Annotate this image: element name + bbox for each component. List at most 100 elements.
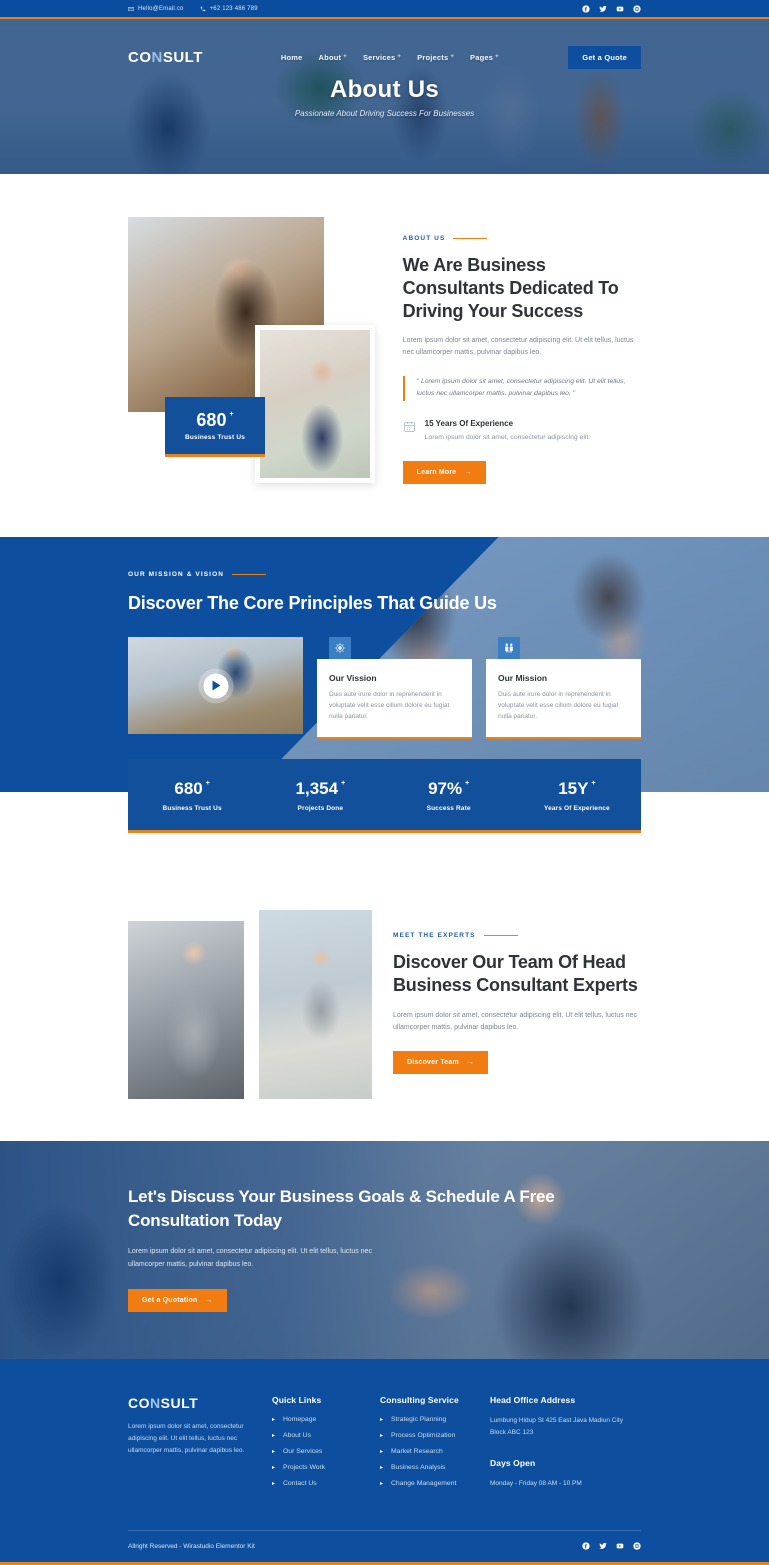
footer-logo[interactable]: CONSULT	[128, 1395, 272, 1411]
badge-number-value: 680	[196, 410, 227, 430]
top-bar-contacts: Hello@Email.co +62 123 486 789	[128, 6, 258, 12]
nav-label: Home	[280, 52, 303, 62]
pinterest-icon[interactable]	[633, 4, 641, 13]
list-item[interactable]: ▸ Process Optimization	[380, 1432, 490, 1439]
team-content: MEET THE EXPERTS Discover Our Team Of He…	[393, 910, 641, 1074]
about-feature: 15 Years Of Experience Lorem ipsum dolor…	[403, 419, 641, 444]
caret-right-icon: ▸	[380, 1465, 384, 1471]
footer-address-text: Lumbung Hidup St 425 East Java Madiun Ci…	[490, 1417, 623, 1436]
page-root: Hello@Email.co +62 123 486 789 CO N SULT H…	[0, 0, 769, 1565]
footer-quick-links-column: Quick Links ▸ Homepage ▸ About Us ▸ Our Ser…	[272, 1395, 380, 1496]
phone-contact[interactable]: +62 123 486 789	[200, 6, 258, 12]
pinterest-icon[interactable]	[633, 1542, 641, 1550]
caret-right-icon: ▸	[272, 1481, 276, 1487]
mission-heading: Discover The Core Principles That Guide …	[128, 593, 497, 613]
footer-logo-prefix: CO	[128, 1395, 150, 1411]
team-heading: Discover Our Team Of Head Business Consu…	[393, 952, 638, 996]
team-image-group	[128, 910, 373, 1105]
footer-link[interactable]: About Us	[283, 1432, 311, 1439]
list-item[interactable]: ▸ Contact Us	[272, 1480, 380, 1487]
nav-item-pages[interactable]: Pages +	[470, 53, 499, 62]
about-feature-text: 15 Years Of Experience Lorem ipsum dolor…	[425, 419, 590, 444]
list-item[interactable]: ▸ About Us	[272, 1432, 380, 1439]
list-item[interactable]: ▸ Projects Work	[272, 1464, 380, 1471]
hero-banner: CO N SULT Home About + Services + Projects + …	[0, 19, 769, 174]
arrow-right-icon: →	[466, 1058, 475, 1066]
page-title: About Us	[329, 75, 440, 103]
facebook-icon[interactable]	[582, 4, 590, 13]
footer-link[interactable]: Business Analysis	[391, 1464, 445, 1471]
twitter-icon[interactable]	[599, 1542, 607, 1550]
youtube-icon[interactable]	[616, 5, 624, 13]
stats-bar: 680 + Business Trust Us 1,354 + Projects D…	[128, 759, 641, 833]
list-item[interactable]: ▸ Market Research	[380, 1448, 490, 1455]
copyright-text: Allright Reserved - Wirastudio Elementor…	[128, 1542, 255, 1550]
about-section: 680 + Business Trust Us ABOUT US We Are …	[0, 174, 769, 537]
footer-bottom-bar: Allright Reserved - Wirastudio Elementor…	[128, 1530, 641, 1562]
stat-label: Years Of Experience	[544, 805, 610, 812]
stat-years-experience: 15Y + Years Of Experience	[513, 779, 641, 812]
youtube-icon[interactable]	[616, 1542, 624, 1550]
site-logo[interactable]: CO N SULT	[128, 49, 203, 66]
nav-links: Home About + Services + Projects + Pages +	[281, 53, 499, 62]
footer-link[interactable]: Strategic Planning	[391, 1416, 446, 1423]
get-a-quotation-button[interactable]: Get a Quotation →	[128, 1288, 227, 1312]
vision-eye-icon	[329, 637, 351, 660]
vision-card-title: Our Vission	[329, 673, 377, 684]
footer-quick-links-heading: Quick Links	[272, 1395, 322, 1405]
about-eyebrow-text: ABOUT US	[402, 235, 446, 242]
about-content: ABOUT US We Are Business Consultants Ded…	[402, 217, 641, 484]
nav-item-projects[interactable]: Projects +	[417, 53, 454, 62]
logo-suffix: SULT	[162, 48, 203, 66]
footer-link[interactable]: Process Optimization	[391, 1432, 455, 1439]
email-contact[interactable]: Hello@Email.co	[128, 6, 184, 12]
cta-heading: Let's Discuss Your Business Goals & Sche…	[128, 1187, 555, 1231]
list-item[interactable]: ▸ Our Services	[272, 1448, 380, 1455]
caret-right-icon: ▸	[380, 1433, 384, 1439]
footer-days-text: Monday - Friday 08 AM - 10 PM	[490, 1480, 582, 1488]
footer-quick-links-list: ▸ Homepage ▸ About Us ▸ Our Services ▸ Proje…	[272, 1416, 380, 1487]
footer-link[interactable]: Projects Work	[283, 1464, 325, 1471]
stat-number: 97%	[428, 779, 463, 798]
facebook-icon[interactable]	[582, 1542, 590, 1550]
nav-item-services[interactable]: Services +	[363, 53, 401, 62]
stat-value: 97% +	[428, 779, 469, 799]
play-button[interactable]	[203, 673, 228, 699]
footer-address-column: Head Office Address Lumbung Hidup St 425…	[490, 1395, 640, 1496]
envelope-icon	[128, 6, 134, 11]
business-trust-badge: 680 + Business Trust Us	[165, 397, 265, 457]
footer-link[interactable]: Contact Us	[283, 1480, 317, 1487]
learn-more-button[interactable]: Learn More →	[402, 460, 486, 484]
nav-item-home[interactable]: Home	[281, 53, 303, 62]
list-item[interactable]: ▸ Homepage	[272, 1416, 380, 1423]
calendar-icon	[403, 420, 416, 433]
caret-right-icon: ▸	[380, 1417, 384, 1423]
about-heading: We Are Business Consultants Dedicated To…	[402, 255, 619, 322]
about-feature-desc: Lorem ipsum dolor sit amet, consectetur …	[424, 433, 591, 441]
list-item[interactable]: ▸ Business Analysis	[380, 1464, 490, 1471]
get-a-quote-button[interactable]: Get a Quote	[568, 45, 641, 69]
mission-video-thumbnail[interactable]	[128, 637, 303, 735]
badge-label: Business Trust Us	[184, 434, 246, 441]
footer-link[interactable]: Change Management	[391, 1480, 456, 1487]
stat-value: 15Y +	[558, 779, 595, 799]
badge-number: 680 +	[196, 410, 233, 431]
stats-section: 680 + Business Trust Us 1,354 + Projects D…	[0, 759, 769, 910]
stat-label: Success Rate	[426, 805, 471, 812]
list-item[interactable]: ▸ Strategic Planning	[380, 1416, 490, 1423]
team-paragraph: Lorem ipsum dolor sit amet, consectetur …	[393, 1012, 637, 1032]
footer-services-heading: Consulting Service	[380, 1395, 459, 1405]
footer-link[interactable]: Market Research	[391, 1448, 443, 1455]
nav-item-about[interactable]: About +	[319, 53, 347, 62]
discover-team-button[interactable]: Discover Team →	[393, 1050, 489, 1074]
twitter-icon[interactable]	[599, 5, 607, 13]
footer-link[interactable]: Homepage	[283, 1416, 316, 1423]
stat-number: 1,354	[295, 779, 339, 798]
team-image-two	[259, 910, 372, 1099]
mission-vision-section: OUR MISSION & VISION Discover The Core P…	[0, 537, 769, 792]
learn-more-label: Learn More	[416, 468, 457, 476]
about-image-secondary	[255, 325, 375, 483]
footer-link[interactable]: Our Services	[283, 1448, 322, 1455]
top-bar-socials	[582, 4, 641, 13]
list-item[interactable]: ▸ Change Management	[380, 1480, 490, 1487]
